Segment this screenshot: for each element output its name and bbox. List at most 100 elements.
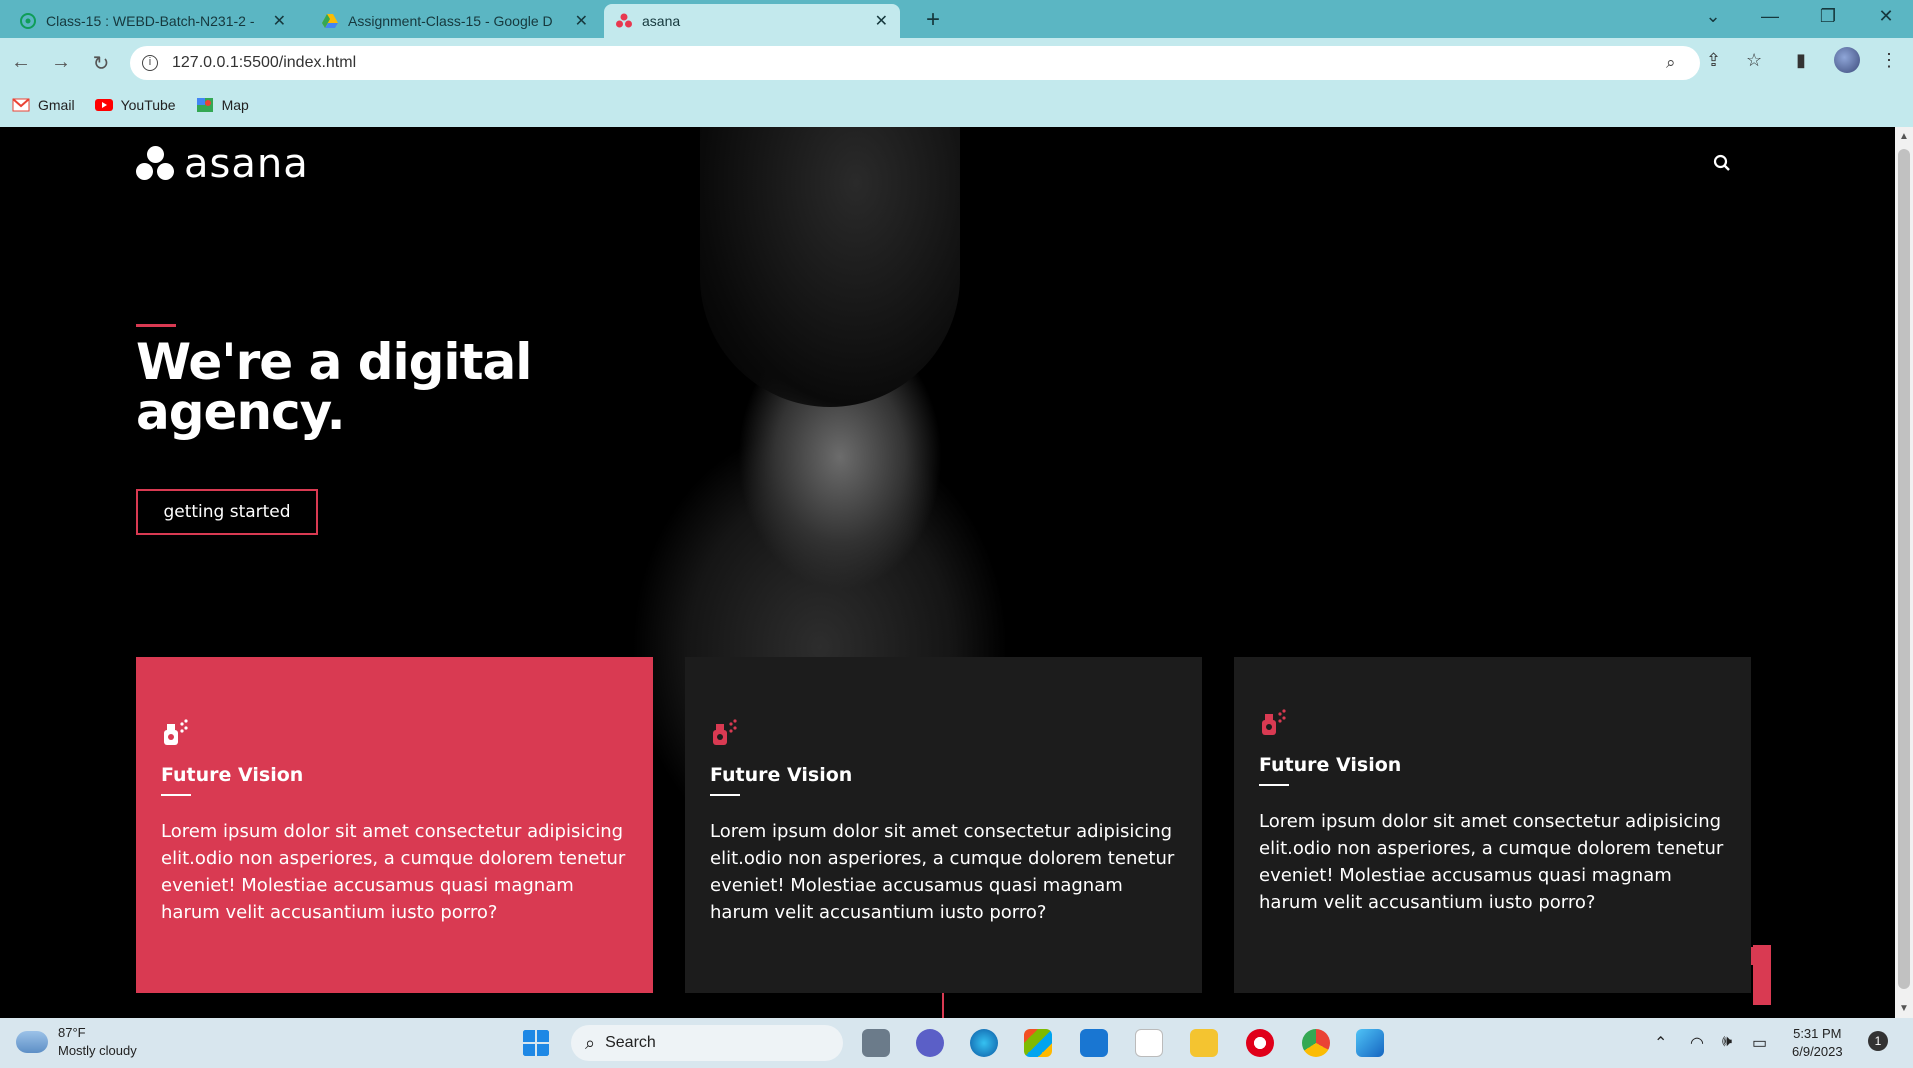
tab-label: asana <box>642 13 681 29</box>
classroom-icon <box>20 13 36 29</box>
hero-title: We're a digital agency. <box>136 333 532 441</box>
photos-icon[interactable] <box>1356 1029 1384 1057</box>
volume-icon[interactable]: 🕪 <box>1722 1033 1732 1051</box>
clock-time: 5:31 PM <box>1793 1026 1842 1041</box>
mail-icon[interactable] <box>1080 1029 1108 1057</box>
feature-card: Future Vision Lorem ipsum dolor sit amet… <box>1234 657 1751 993</box>
zoom-icon[interactable]: ⌕ <box>1666 53 1676 73</box>
close-tab-icon[interactable]: ✕ <box>575 11 588 31</box>
nav-contact[interactable]: Contact <box>1609 153 1664 171</box>
feature-card: Future Vision Lorem ipsum dolor sit amet… <box>685 657 1202 993</box>
asana-logo-icon <box>136 146 176 182</box>
hero-accent-line <box>136 324 176 327</box>
store-icon[interactable] <box>1024 1029 1052 1057</box>
asana-icon <box>616 13 632 28</box>
weather-desc: Mostly cloudy <box>58 1043 137 1058</box>
card-text: Lorem ipsum dolor sit amet consectetur a… <box>710 821 1175 923</box>
bookmark-gmail[interactable]: Gmail <box>12 97 75 113</box>
site-info-icon[interactable]: i <box>142 55 158 71</box>
card-title: Future Vision <box>161 764 304 786</box>
card-text: Lorem ipsum dolor sit amet consectetur a… <box>161 821 626 923</box>
tab-google-drive[interactable]: Assignment-Class-15 - Google D ✕ <box>310 4 600 38</box>
wifi-icon[interactable]: ◠ <box>1690 1033 1704 1053</box>
close-window-icon[interactable]: ✕ <box>1866 6 1906 27</box>
gmail-icon <box>12 98 30 112</box>
profile-avatar[interactable] <box>1834 47 1860 73</box>
nav-client[interactable]: Client <box>1448 153 1489 171</box>
clock-date: 6/9/2023 <box>1792 1044 1843 1059</box>
nav-section[interactable]: Section <box>1261 153 1314 171</box>
maps-icon <box>196 98 213 112</box>
weather-widget[interactable]: 87°F Mostly cloudy <box>16 1024 137 1060</box>
bookmark-star-icon[interactable]: ☆ <box>1746 50 1762 71</box>
forward-icon[interactable]: → <box>46 51 76 74</box>
tab-search-icon[interactable]: ⌄ <box>1693 6 1733 27</box>
card-text: Lorem ipsum dolor sit amet consectetur a… <box>1259 811 1724 913</box>
chrome-icon[interactable] <box>1302 1029 1330 1057</box>
bookmarks-bar: Gmail YouTube Map <box>0 90 257 120</box>
edge-icon[interactable] <box>970 1029 998 1057</box>
weather-temp: 87°F <box>58 1025 86 1040</box>
bookmark-label: Gmail <box>38 97 75 113</box>
search-label: Search <box>605 1034 656 1051</box>
bookmark-label: Map <box>221 97 249 113</box>
card-title: Future Vision <box>710 764 853 786</box>
spray-bottle-icon <box>164 719 188 745</box>
teams-icon[interactable] <box>916 1029 944 1057</box>
scrollbar-thumb[interactable] <box>1898 149 1910 989</box>
opera-icon[interactable] <box>1246 1029 1274 1057</box>
search-icon: ⌕ <box>585 1032 596 1053</box>
reload-icon[interactable]: ↻ <box>86 51 116 76</box>
hero-portrait-hair <box>700 127 960 407</box>
windows-start-icon[interactable] <box>522 1029 550 1057</box>
file-explorer-icon[interactable] <box>1190 1029 1218 1057</box>
bookmark-youtube[interactable]: YouTube <box>94 97 176 113</box>
page-scrollbar[interactable]: ▲ ▼ <box>1895 127 1913 1018</box>
share-icon[interactable]: ⇪ <box>1706 50 1721 71</box>
card-hover-accent-edge <box>1753 945 1771 1005</box>
bookmark-map[interactable]: Map <box>196 97 249 113</box>
getting-started-button[interactable]: getting started <box>136 489 318 535</box>
menu-icon[interactable]: ⋮ <box>1880 50 1898 71</box>
address-bar[interactable]: i 127.0.0.1:5500/index.html ⌕ <box>130 46 1700 80</box>
tab-label: Class-15 : WEBD-Batch-N231-2 - <box>46 13 255 29</box>
battery-icon[interactable]: ▭ <box>1752 1033 1767 1053</box>
youtube-icon <box>94 99 113 111</box>
restore-icon[interactable]: ❐ <box>1808 6 1848 27</box>
cloud-icon <box>16 1031 48 1053</box>
tab-asana[interactable]: asana ✕ <box>604 4 900 38</box>
card-title: Future Vision <box>1259 754 1402 776</box>
snipping-tool-icon[interactable] <box>1135 1029 1163 1057</box>
close-tab-icon[interactable]: ✕ <box>875 11 888 31</box>
back-icon[interactable]: ← <box>6 51 36 74</box>
notification-badge[interactable]: 1 <box>1868 1031 1888 1051</box>
spray-bottle-icon <box>713 719 737 745</box>
close-tab-icon[interactable]: ✕ <box>273 11 286 31</box>
chevron-up-icon[interactable]: ⌃ <box>1654 1033 1667 1053</box>
new-tab-button[interactable]: + <box>918 6 948 34</box>
web-page: asana Home Section Works Client Blog Con… <box>0 127 1895 1018</box>
minimize-icon[interactable]: — <box>1750 6 1790 27</box>
bookmark-label: YouTube <box>120 97 176 113</box>
scroll-down-icon[interactable]: ▼ <box>1899 1003 1909 1014</box>
nav-home[interactable]: Home <box>1173 153 1216 171</box>
tab-label: Assignment-Class-15 - Google D <box>348 13 553 29</box>
google-drive-icon <box>322 14 338 28</box>
task-view-icon[interactable] <box>862 1029 890 1057</box>
nav-blog[interactable]: Blog <box>1535 153 1567 171</box>
site-logo[interactable]: asana <box>136 141 309 187</box>
card-title-underline <box>710 794 740 796</box>
scroll-up-icon[interactable]: ▲ <box>1899 131 1909 142</box>
system-clock[interactable]: 5:31 PM 6/9/2023 <box>1792 1025 1843 1061</box>
spray-bottle-icon <box>1262 709 1286 735</box>
url-text[interactable]: 127.0.0.1:5500/index.html <box>172 54 356 72</box>
card-title-underline <box>1259 784 1289 786</box>
nav-works[interactable]: Works <box>1360 153 1405 171</box>
tab-classroom[interactable]: Class-15 : WEBD-Batch-N231-2 - ✕ <box>8 4 298 38</box>
feature-card: Future Vision Lorem ipsum dolor sit amet… <box>136 657 653 993</box>
taskbar-search[interactable]: ⌕ Search <box>571 1025 843 1061</box>
divider-line <box>942 993 944 1018</box>
side-panel-icon[interactable]: ▮ <box>1796 50 1806 71</box>
windows-taskbar: 87°F Mostly cloudy ⌕ Search ⌃ ◠ 🕪 ▭ 5:31… <box>0 1018 1913 1068</box>
search-icon[interactable] <box>1713 154 1731 172</box>
